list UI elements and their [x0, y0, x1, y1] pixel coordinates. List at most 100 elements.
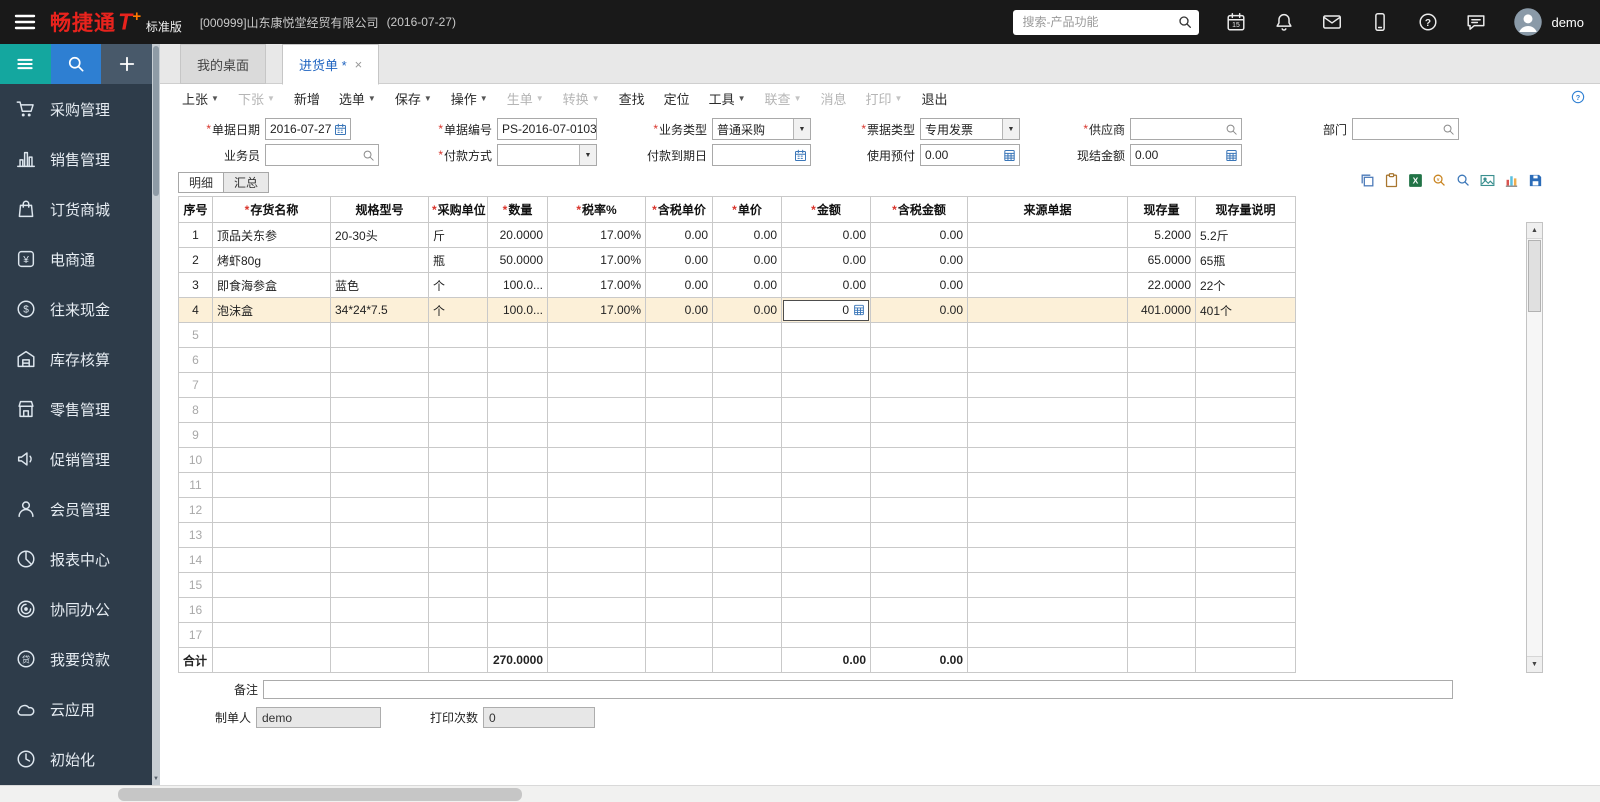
grid-cell[interactable]: 65瓶 [1195, 247, 1296, 273]
grid-cell[interactable] [1195, 347, 1296, 373]
tab-my-desktop[interactable]: 我的桌面 [180, 44, 267, 84]
grid-cell[interactable] [712, 547, 782, 573]
grid-cell[interactable] [330, 397, 429, 423]
grid-cell[interactable] [712, 397, 782, 423]
grid-cell[interactable] [645, 547, 713, 573]
grid-cell[interactable] [712, 497, 782, 523]
grid-cell[interactable]: 17.00% [547, 297, 646, 323]
grid-cell[interactable] [547, 347, 646, 373]
grid-cell[interactable] [330, 522, 429, 548]
toolbar-locate[interactable]: 定位 [664, 89, 690, 108]
grid-cell[interactable] [1195, 622, 1296, 648]
grid-cell[interactable]: 泡沫盒 [212, 297, 331, 323]
grid-cell[interactable] [330, 547, 429, 573]
grid-cell[interactable]: 个 [428, 297, 488, 323]
grid-cell[interactable]: 17 [178, 622, 213, 648]
salesman-input[interactable] [265, 144, 379, 166]
grid-cell[interactable] [712, 347, 782, 373]
grid-cell[interactable] [967, 297, 1128, 323]
grid-cell[interactable]: 即食海参盒 [212, 272, 331, 298]
grid-cell[interactable] [781, 497, 871, 523]
grid-cell[interactable] [781, 597, 871, 623]
grid-cell[interactable] [1127, 397, 1196, 423]
grid-cell[interactable] [1127, 372, 1196, 398]
grid-cell[interactable]: 22.0000 [1127, 272, 1196, 298]
grid-cell[interactable]: 17.00% [547, 272, 646, 298]
zoom-icon[interactable] [1455, 172, 1472, 189]
grid-cell[interactable] [967, 322, 1128, 348]
grid-cell[interactable] [212, 347, 331, 373]
sidebar-item-report[interactable]: 报表中心 [0, 534, 152, 584]
grid-cell[interactable] [212, 447, 331, 473]
mail-icon[interactable] [1321, 11, 1343, 33]
grid-cell[interactable] [645, 347, 713, 373]
dropdown-button[interactable]: ▼ [793, 119, 810, 139]
grid-cell[interactable]: 22个 [1195, 272, 1296, 298]
grid-cell[interactable] [870, 497, 968, 523]
grid-cell[interactable] [781, 622, 871, 648]
toolbar-add[interactable]: 新增 [294, 89, 320, 108]
horizontal-scroll-thumb[interactable] [118, 788, 522, 801]
mobile-icon[interactable] [1369, 11, 1391, 33]
grid-cell[interactable]: 6 [178, 347, 213, 373]
grid-cell[interactable] [487, 472, 548, 498]
grid-cell[interactable]: 0.00 [870, 247, 968, 273]
grid-cell[interactable] [967, 247, 1128, 273]
grid-cell[interactable]: 15 [178, 572, 213, 598]
grid-cell[interactable] [645, 372, 713, 398]
sidebar-item-collaboration[interactable]: 协同办公 [0, 584, 152, 634]
grid-cell[interactable] [487, 572, 548, 598]
grid-cell[interactable] [967, 372, 1128, 398]
sidebar-item-retail[interactable]: 零售管理 [0, 384, 152, 434]
grid-cell[interactable] [967, 397, 1128, 423]
copy-icon[interactable] [1359, 172, 1376, 189]
grid-cell[interactable] [645, 622, 713, 648]
grid-cell[interactable]: 17.00% [547, 247, 646, 273]
grid-cell[interactable] [428, 522, 488, 548]
price-search-icon[interactable]: ¥ [1431, 172, 1448, 189]
grid-cell[interactable] [330, 572, 429, 598]
scroll-up-icon[interactable]: ▲ [1527, 223, 1542, 239]
grid-cell[interactable] [967, 497, 1128, 523]
grid-cell[interactable] [967, 622, 1128, 648]
doc-no-input[interactable]: PS-2016-07-0103 [497, 118, 597, 140]
help-icon[interactable]: ? [1570, 89, 1586, 105]
scroll-thumb[interactable] [1528, 240, 1541, 312]
grid-cell[interactable]: 7 [178, 372, 213, 398]
dropdown-button[interactable]: ▼ [579, 145, 596, 165]
grid-cell[interactable] [781, 372, 871, 398]
grid-cell[interactable] [428, 497, 488, 523]
grid-empty-row[interactable]: 16 [178, 597, 1296, 623]
sidebar-item-ecommerce[interactable]: ¥ 电商通 [0, 234, 152, 284]
grid-cell[interactable]: 瓶 [428, 247, 488, 273]
toolbar-action[interactable]: 操作 ▼ [451, 89, 488, 108]
grid-cell[interactable] [712, 522, 782, 548]
grid-cell[interactable] [1127, 447, 1196, 473]
grid-cell[interactable]: 3 [178, 272, 213, 298]
grid-empty-row[interactable]: 9 [178, 422, 1296, 448]
grid-cell[interactable] [330, 372, 429, 398]
grid-cell[interactable]: 烤虾80g [212, 247, 331, 273]
grid-cell[interactable]: 5.2斤 [1195, 222, 1296, 248]
toolbar-tools[interactable]: 工具 ▼ [709, 89, 746, 108]
grid-cell[interactable] [212, 622, 331, 648]
grid-cell[interactable]: 12 [178, 497, 213, 523]
grid-cell[interactable] [428, 572, 488, 598]
biz-type-input[interactable]: 普通采购 ▼ [712, 118, 811, 140]
grid-cell[interactable] [712, 597, 782, 623]
scroll-down-icon[interactable]: ▼ [1527, 656, 1542, 672]
grid-cell[interactable] [428, 397, 488, 423]
global-search[interactable] [1013, 9, 1200, 35]
grid-empty-row[interactable]: 10 [178, 447, 1296, 473]
grid-cell-editing[interactable]: 0 [781, 297, 871, 323]
grid-cell[interactable] [1195, 322, 1296, 348]
sidebar-scroll-down-icon[interactable]: ▼ [152, 776, 160, 782]
grid-cell[interactable] [547, 447, 646, 473]
sidebar-tile-add[interactable] [101, 44, 153, 84]
grid-cell[interactable] [547, 372, 646, 398]
grid-cell[interactable] [547, 322, 646, 348]
sidebar-item-promotion[interactable]: 促销管理 [0, 434, 152, 484]
grid-cell[interactable] [967, 547, 1128, 573]
grid-cell[interactable] [645, 522, 713, 548]
grid-cell[interactable] [212, 472, 331, 498]
